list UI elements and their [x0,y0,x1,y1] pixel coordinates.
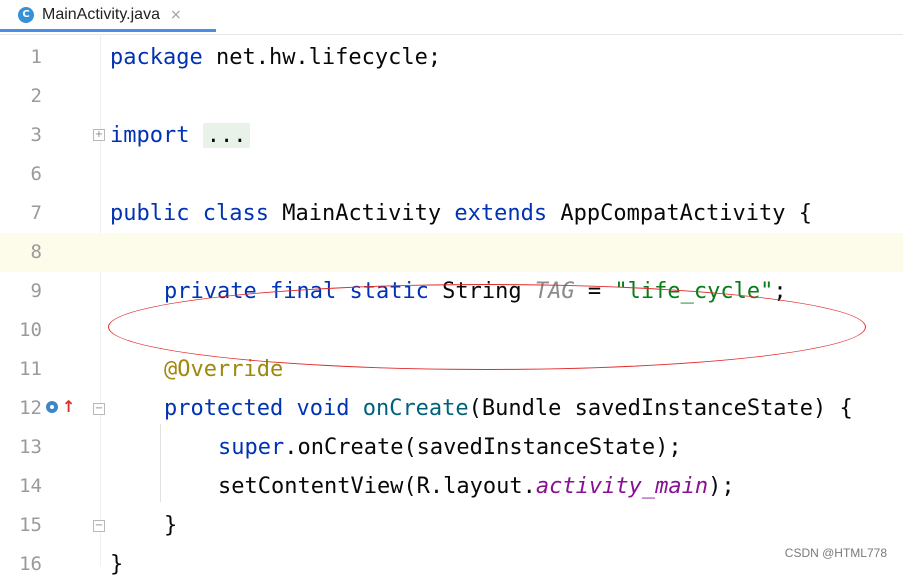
code-text: net.hw.lifecycle; [202,45,442,70]
line-number: 1 [30,46,42,68]
implements-up-arrow-icon[interactable]: ↑ [62,399,75,415]
keyword: protected [164,396,284,421]
fold-collapse-icon[interactable]: − [93,403,105,415]
code-line[interactable]: 7 public class MainActivity extends AppC… [0,194,903,233]
override-icon[interactable] [46,401,58,413]
keyword: super [218,435,285,460]
keyword: static [349,279,429,304]
keyword: import [110,123,190,148]
gutter-markers[interactable]: ↑ [46,399,75,415]
keyword: private [164,279,257,304]
code-line[interactable]: 16 } [0,545,903,584]
code-line[interactable]: 9 private final static String TAG = "lif… [0,272,903,311]
close-icon[interactable]: × [170,7,182,23]
line-number: 3 [30,124,42,146]
tab-mainactivity[interactable]: C MainActivity.java × [0,0,216,32]
tab-label: MainActivity.java [42,5,160,23]
code-line[interactable]: 11 @Override [0,350,903,389]
code-line[interactable]: 12 ↑ − protected void onCreate(Bundle sa… [0,389,903,428]
line-number: 14 [19,475,42,497]
method-name: onCreate [362,396,469,421]
line-number: 12 [19,397,42,419]
line-number: 15 [19,514,42,536]
line-number: 7 [30,202,42,224]
class-name: MainActivity [268,201,455,226]
code-text: setContentView(R.layout. [218,474,536,499]
field-reference: activity_main [535,474,709,499]
java-class-icon: C [18,6,34,23]
code-line[interactable]: 2 [0,77,903,116]
line-number: 16 [19,553,42,575]
operator: = [574,279,615,304]
code-line[interactable]: 1 package net.hw.lifecycle; [0,38,903,77]
line-number: 10 [19,319,42,341]
code-text: (Bundle savedInstanceState) { [468,396,853,421]
line-number: 13 [19,436,42,458]
constant-name: TAG [534,279,575,304]
semicolon: ; [773,279,787,304]
string-literal: "life_cycle" [614,279,774,304]
annotation: @Override [164,357,284,382]
code-text: .onCreate(savedInstanceState); [284,435,682,460]
code-line[interactable]: 3 + import ... [0,116,903,155]
fold-end-icon[interactable]: − [93,520,105,532]
code-line[interactable]: 15 − } [0,506,903,545]
line-number: 11 [19,358,42,380]
keyword: class [202,201,269,226]
current-line[interactable]: 8 [0,233,903,272]
keyword: extends [454,201,548,226]
code-text: AppCompatActivity { [547,201,813,226]
code-text: ); [708,474,735,499]
code-line[interactable]: 13 super.onCreate(savedInstanceState); [0,428,903,467]
keyword: package [110,45,203,70]
keyword: void [296,396,350,421]
fold-expand-icon[interactable]: + [93,129,105,141]
line-number: 6 [30,163,42,185]
code-line[interactable]: 6 [0,155,903,194]
watermark: CSDN @HTML778 [784,546,887,560]
closing-brace: } [164,513,178,538]
type-name: String [428,279,535,304]
keyword: public [110,201,190,226]
code-line[interactable]: 10 [0,311,903,350]
line-number: 8 [30,241,42,263]
line-number: 9 [30,280,42,302]
editor-tab-bar: C MainActivity.java × [0,0,903,35]
folded-imports[interactable]: ... [202,123,251,148]
closing-brace: } [110,552,124,577]
code-line[interactable]: 14 setContentView(R.layout.activity_main… [0,467,903,506]
code-editor[interactable]: 1 package net.hw.lifecycle; 2 3 + import… [0,34,903,577]
keyword: final [269,279,337,304]
line-number: 2 [30,85,42,107]
